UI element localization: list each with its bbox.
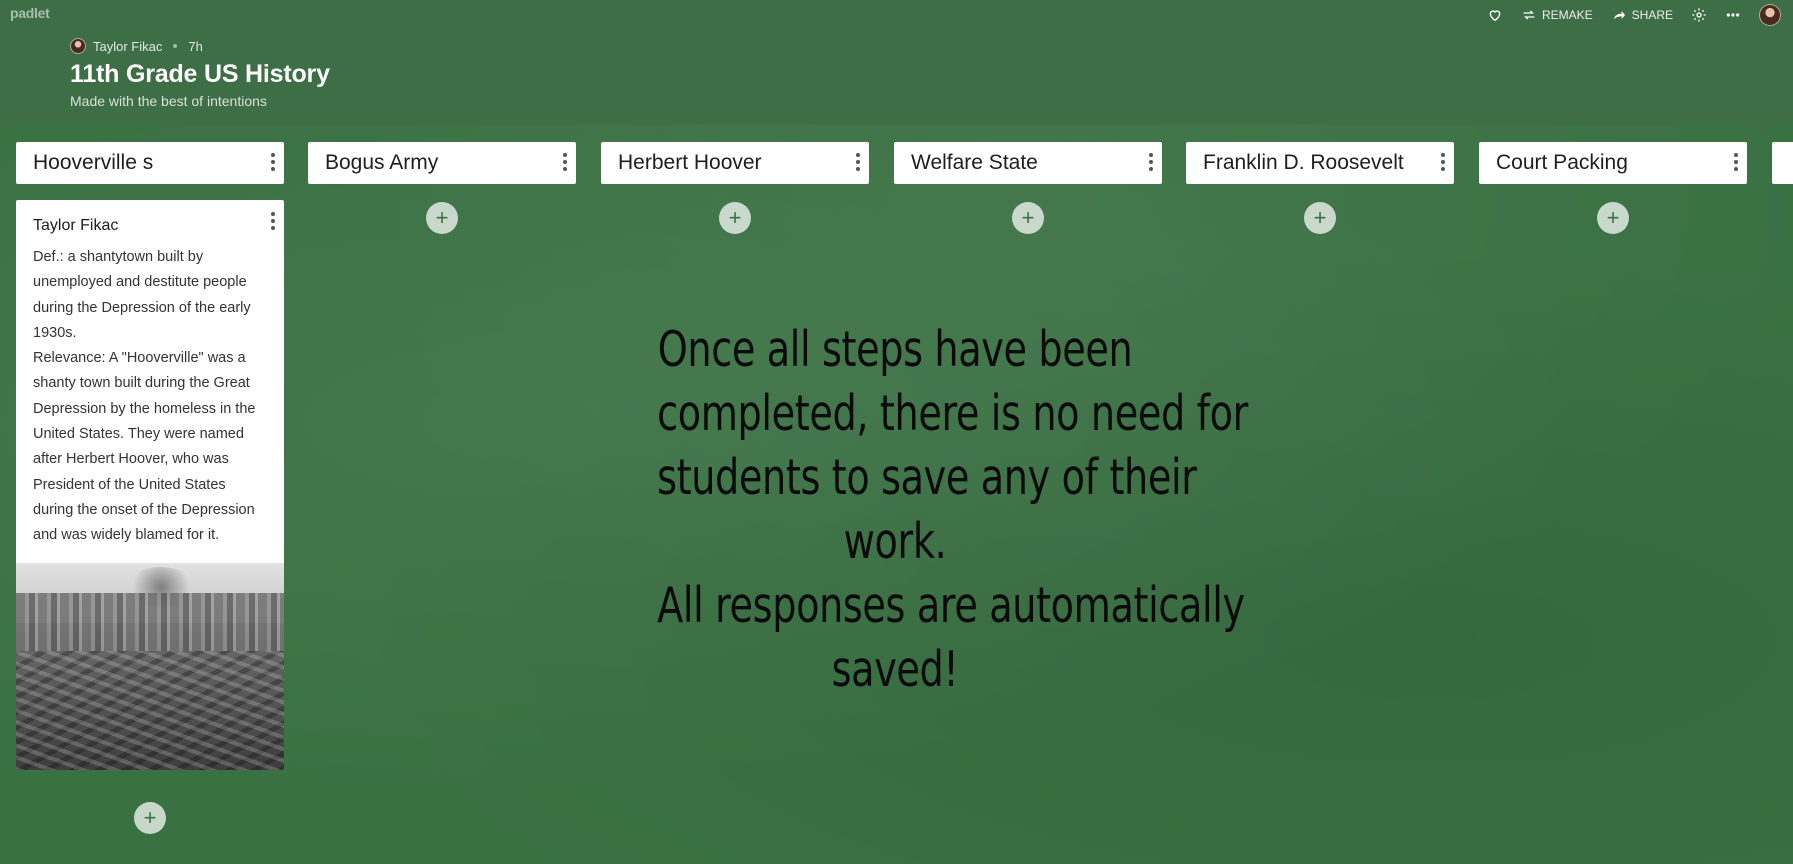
remake-label: REMAKE: [1541, 8, 1593, 22]
heart-icon: [1489, 10, 1501, 22]
user-avatar[interactable]: [1759, 4, 1781, 26]
share-label: SHARE: [1631, 8, 1673, 22]
notice-line: students to save any of their: [657, 449, 1197, 506]
notice-line: All responses are automatically: [657, 577, 1245, 634]
column-hoovervilles: Hooverville s Taylor Fikac Def.: a shant…: [16, 142, 284, 834]
post-author-name: Taylor Fikac: [33, 217, 119, 234]
padlet-logo[interactable]: padlet: [10, 5, 50, 21]
post-line: 1930s.: [33, 324, 77, 341]
add-post-button[interactable]: +: [1012, 202, 1044, 234]
time-ago: 7h: [188, 38, 203, 54]
post-card[interactable]: Taylor Fikac Def.: a shantytown built by…: [16, 200, 284, 770]
post-menu-icon[interactable]: [269, 210, 277, 232]
post-line: President of the United States: [33, 476, 226, 493]
column-header[interactable]: Franklin D. Roosevelt: [1186, 142, 1454, 184]
column-welfare-state: Welfare State +: [894, 142, 1162, 234]
column-title: Court Packing: [1496, 151, 1628, 174]
board-meta: Taylor Fikac 7h: [70, 38, 330, 54]
post-line: Def.: a shantytown built by: [33, 249, 204, 265]
post-line: United States. They were named: [33, 426, 244, 443]
share-button[interactable]: SHARE: [1611, 7, 1673, 23]
column-header[interactable]: Herbert Hoover: [601, 142, 869, 184]
column-menu-icon[interactable]: [561, 151, 569, 173]
column-menu-icon[interactable]: [1732, 151, 1740, 173]
notice-line: saved!: [831, 641, 959, 698]
top-bar: padlet REMAKE SHARE: [0, 0, 1793, 28]
more-options-button[interactable]: [1725, 7, 1741, 23]
column-title: Bogus Army: [325, 151, 439, 174]
column-menu-icon[interactable]: [269, 151, 277, 173]
author-avatar: [70, 38, 86, 54]
column-menu-icon[interactable]: [1147, 151, 1155, 173]
column-menu-icon[interactable]: [1439, 151, 1447, 173]
column-header[interactable]: Court Packing: [1479, 142, 1747, 184]
board-actions: REMAKE SHARE: [1487, 4, 1781, 26]
column-header[interactable]: Welfare State: [894, 142, 1162, 184]
column-franklin-roosevelt: Franklin D. Roosevelt +: [1186, 142, 1454, 234]
add-post-button[interactable]: +: [426, 202, 458, 234]
gear-icon: [1692, 8, 1706, 22]
remake-button[interactable]: REMAKE: [1521, 7, 1593, 23]
add-post-button[interactable]: +: [134, 802, 166, 834]
column-header[interactable]: Bogus Army: [308, 142, 576, 184]
post-line: after Herbert Hoover, who was: [33, 451, 229, 468]
add-post-button[interactable]: +: [719, 202, 751, 234]
add-post-button[interactable]: +: [1304, 202, 1336, 234]
share-icon: [1613, 11, 1625, 20]
separator-dot: [173, 44, 178, 48]
more-horizontal-icon: [1726, 13, 1740, 17]
post-line: Depression by the homeless in the: [33, 400, 256, 417]
notice-line: Once all steps have been: [657, 321, 1133, 378]
post-line: Relevance: A "Hooverville" was a: [33, 350, 246, 367]
column-bogus-army: Bogus Army +: [308, 142, 576, 234]
remake-icon: [1523, 10, 1535, 20]
board-subtitle: Made with the best of intentions: [70, 93, 267, 109]
column-partial-offscreen[interactable]: [1772, 142, 1793, 184]
column-title: Franklin D. Roosevelt: [1203, 151, 1404, 174]
post-author: Taylor Fikac: [16, 200, 284, 235]
column-title: Hooverville s: [33, 151, 154, 174]
column-menu-icon[interactable]: [854, 151, 862, 173]
notice-line: work.: [843, 513, 947, 570]
hooverville-photo[interactable]: [16, 562, 284, 770]
column-header[interactable]: Hooverville s: [16, 142, 284, 184]
post-line: unemployed and destitute people: [33, 274, 247, 291]
add-post-button[interactable]: +: [1597, 202, 1629, 234]
board-header: Taylor Fikac 7h 11th Grade US History Ma…: [70, 38, 330, 109]
notice-line: completed, there is no need for: [657, 385, 1249, 442]
post-line: and was widely blamed for it.: [33, 527, 220, 544]
column-title: Herbert Hoover: [618, 151, 762, 174]
post-line: shanty town built during the Great: [33, 375, 250, 392]
column-herbert-hoover: Herbert Hoover +: [601, 142, 869, 234]
board-title: 11th Grade US History: [70, 60, 330, 88]
column-title: Welfare State: [911, 151, 1038, 174]
like-button[interactable]: [1487, 7, 1503, 23]
column-court-packing: Court Packing +: [1479, 142, 1747, 234]
post-line: during the onset of the Depression: [33, 501, 255, 518]
author-name: Taylor Fikac: [93, 38, 163, 54]
post-line: during the Depression of the early: [33, 299, 251, 316]
settings-button[interactable]: [1691, 7, 1707, 23]
wallpaper-notice-text: Once all steps have been completed, ther…: [657, 318, 1249, 702]
post-body: Def.: a shantytown built by unemployed a…: [16, 235, 284, 563]
